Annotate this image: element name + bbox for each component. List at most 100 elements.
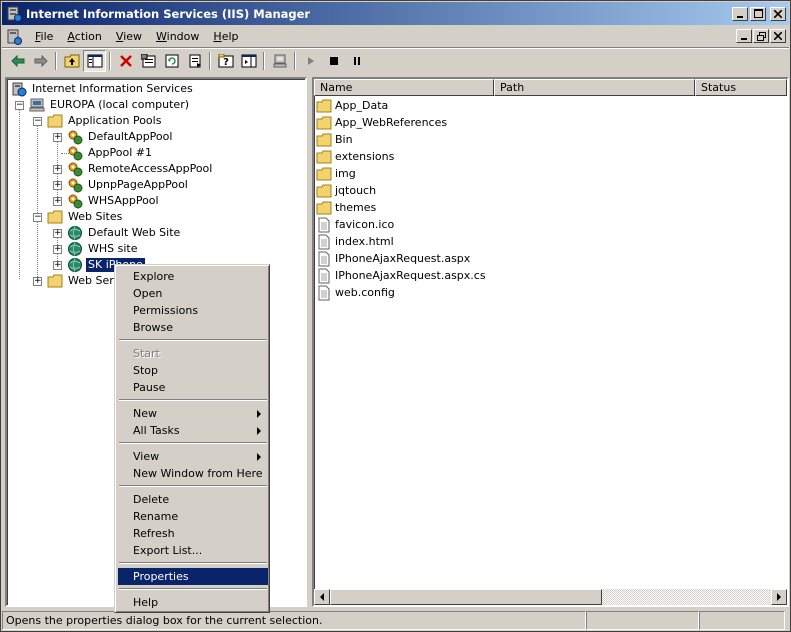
collapse-toggle[interactable]: − [33, 117, 42, 126]
list-item[interactable]: App_Data [316, 97, 486, 114]
collapse-toggle[interactable]: − [15, 101, 24, 110]
file-icon [318, 268, 330, 283]
column-header-status[interactable]: Status [695, 79, 787, 96]
expand-toggle[interactable]: + [53, 133, 62, 142]
title-bar[interactable]: Internet Information Services (IIS) Mana… [2, 2, 789, 25]
tree-node-app-pool[interactable]: UpnpPageAppPool [67, 177, 190, 193]
horizontal-scrollbar[interactable] [314, 589, 787, 605]
menu-item-browse[interactable]: Browse [118, 319, 268, 336]
column-header-name[interactable]: Name [314, 79, 494, 96]
menu-item-all-tasks[interactable]: All Tasks [118, 422, 268, 439]
menu-help[interactable]: Help [206, 30, 245, 43]
close-button[interactable] [770, 6, 786, 21]
details-pane[interactable]: Name Path Status App_Data App_WebReferen… [312, 77, 789, 607]
list-item[interactable]: Bin [316, 131, 486, 148]
menu-item-explore[interactable]: Explore [118, 268, 268, 285]
tree-node-app-pool[interactable]: AppPool #1 [67, 145, 154, 161]
menu-item-delete[interactable]: Delete [118, 491, 268, 508]
list-item[interactable]: img [316, 165, 486, 182]
maximize-button[interactable] [750, 6, 766, 21]
tree-node-web-site[interactable]: WHS site [67, 241, 140, 257]
tree-node-web-sites[interactable]: Web Sites [47, 209, 124, 225]
menu-window[interactable]: Window [149, 30, 206, 43]
delete-button[interactable] [114, 50, 137, 72]
refresh-button[interactable] [160, 50, 183, 72]
menu-separator [119, 339, 267, 341]
scroll-track[interactable] [330, 589, 771, 605]
back-button[interactable] [6, 50, 29, 72]
menu-item-new-window[interactable]: New Window from Here [118, 465, 268, 482]
expand-toggle[interactable]: + [53, 229, 62, 238]
show-hide-action-pane-button[interactable] [237, 50, 260, 72]
list-item[interactable]: jqtouch [316, 182, 486, 199]
menu-item-permissions[interactable]: Permissions [118, 302, 268, 319]
scroll-right-button[interactable] [771, 589, 787, 605]
list-item[interactable]: App_WebReferences [316, 114, 486, 131]
scroll-left-button[interactable] [314, 589, 330, 605]
tree-node-app-pool[interactable]: WHSAppPool [67, 193, 161, 209]
mdi-minimize-button[interactable] [736, 29, 752, 43]
tree-node-computer[interactable]: EUROPA (local computer) [29, 97, 191, 113]
tree-node-label: WHSAppPool [88, 194, 159, 207]
play-icon [307, 57, 314, 65]
list-item[interactable]: index.html [316, 233, 486, 250]
stop-button[interactable] [322, 50, 345, 72]
tree-node-app-pool[interactable]: RemoteAccessAppPool [67, 161, 214, 177]
show-hide-tree-button[interactable] [83, 50, 106, 72]
list-item[interactable]: extensions [316, 148, 486, 165]
tree-node-web-site[interactable]: Default Web Site [67, 225, 182, 241]
menu-item-new[interactable]: New [118, 405, 268, 422]
tree-node-web-service-extensions[interactable]: Web Serv [47, 273, 122, 289]
tree-node-iis-root[interactable]: Internet Information Services [11, 81, 195, 97]
menu-item-view[interactable]: View [118, 448, 268, 465]
menu-separator [119, 562, 267, 564]
expand-toggle[interactable]: + [53, 261, 62, 270]
up-one-level-button[interactable] [60, 50, 83, 72]
list-item-name: jqtouch [335, 184, 377, 197]
help-button[interactable]: ? [214, 50, 237, 72]
minimize-icon [737, 15, 743, 18]
tree-node-application-pools[interactable]: Application Pools [47, 113, 163, 129]
menu-item-stop[interactable]: Stop [118, 362, 268, 379]
forward-button[interactable] [29, 50, 52, 72]
properties-button[interactable] [137, 50, 160, 72]
export-list-button[interactable] [183, 50, 206, 72]
expand-toggle[interactable]: + [53, 197, 62, 206]
list-item[interactable]: IPhoneAjaxRequest.aspx.cs [316, 267, 486, 284]
menu-item-help[interactable]: Help [118, 594, 268, 611]
start-button[interactable] [299, 50, 322, 72]
expand-toggle[interactable]: + [33, 277, 42, 286]
submenu-arrow-icon [257, 410, 261, 418]
expand-toggle[interactable]: + [53, 245, 62, 254]
menu-item-refresh[interactable]: Refresh [118, 525, 268, 542]
list-item[interactable]: IPhoneAjaxRequest.aspx [316, 250, 486, 267]
menu-item-pause[interactable]: Pause [118, 379, 268, 396]
expand-toggle[interactable]: + [53, 165, 62, 174]
globe-icon [68, 226, 82, 240]
list-item[interactable]: themes [316, 199, 486, 216]
menu-item-open[interactable]: Open [118, 285, 268, 302]
maximize-icon [753, 9, 763, 18]
menu-window-accel: W [156, 30, 167, 43]
list-item[interactable]: web.config [316, 284, 486, 301]
collapse-toggle[interactable]: − [33, 213, 42, 222]
pause-button[interactable] [345, 50, 368, 72]
column-header-path[interactable]: Path [494, 79, 695, 96]
menu-help-accel: H [213, 30, 222, 43]
menu-item-rename[interactable]: Rename [118, 508, 268, 525]
menu-view[interactable]: View [109, 30, 149, 43]
expand-toggle[interactable]: + [53, 181, 62, 190]
scroll-thumb[interactable] [330, 589, 602, 605]
minimize-button[interactable] [732, 6, 748, 21]
menu-item-properties[interactable]: Properties [118, 568, 268, 585]
mdi-restore-button[interactable] [753, 29, 769, 43]
menu-file[interactable]: File [28, 30, 60, 43]
tree-node-app-pool[interactable]: DefaultAppPool [67, 129, 174, 145]
list-item[interactable]: favicon.ico [316, 216, 486, 233]
computer-button[interactable] [268, 50, 291, 72]
menu-item-export-list[interactable]: Export List... [118, 542, 268, 559]
menu-action[interactable]: Action [60, 30, 108, 43]
globe-icon [68, 242, 82, 256]
iis-document-icon[interactable] [6, 29, 22, 45]
mdi-close-button[interactable] [770, 29, 786, 43]
